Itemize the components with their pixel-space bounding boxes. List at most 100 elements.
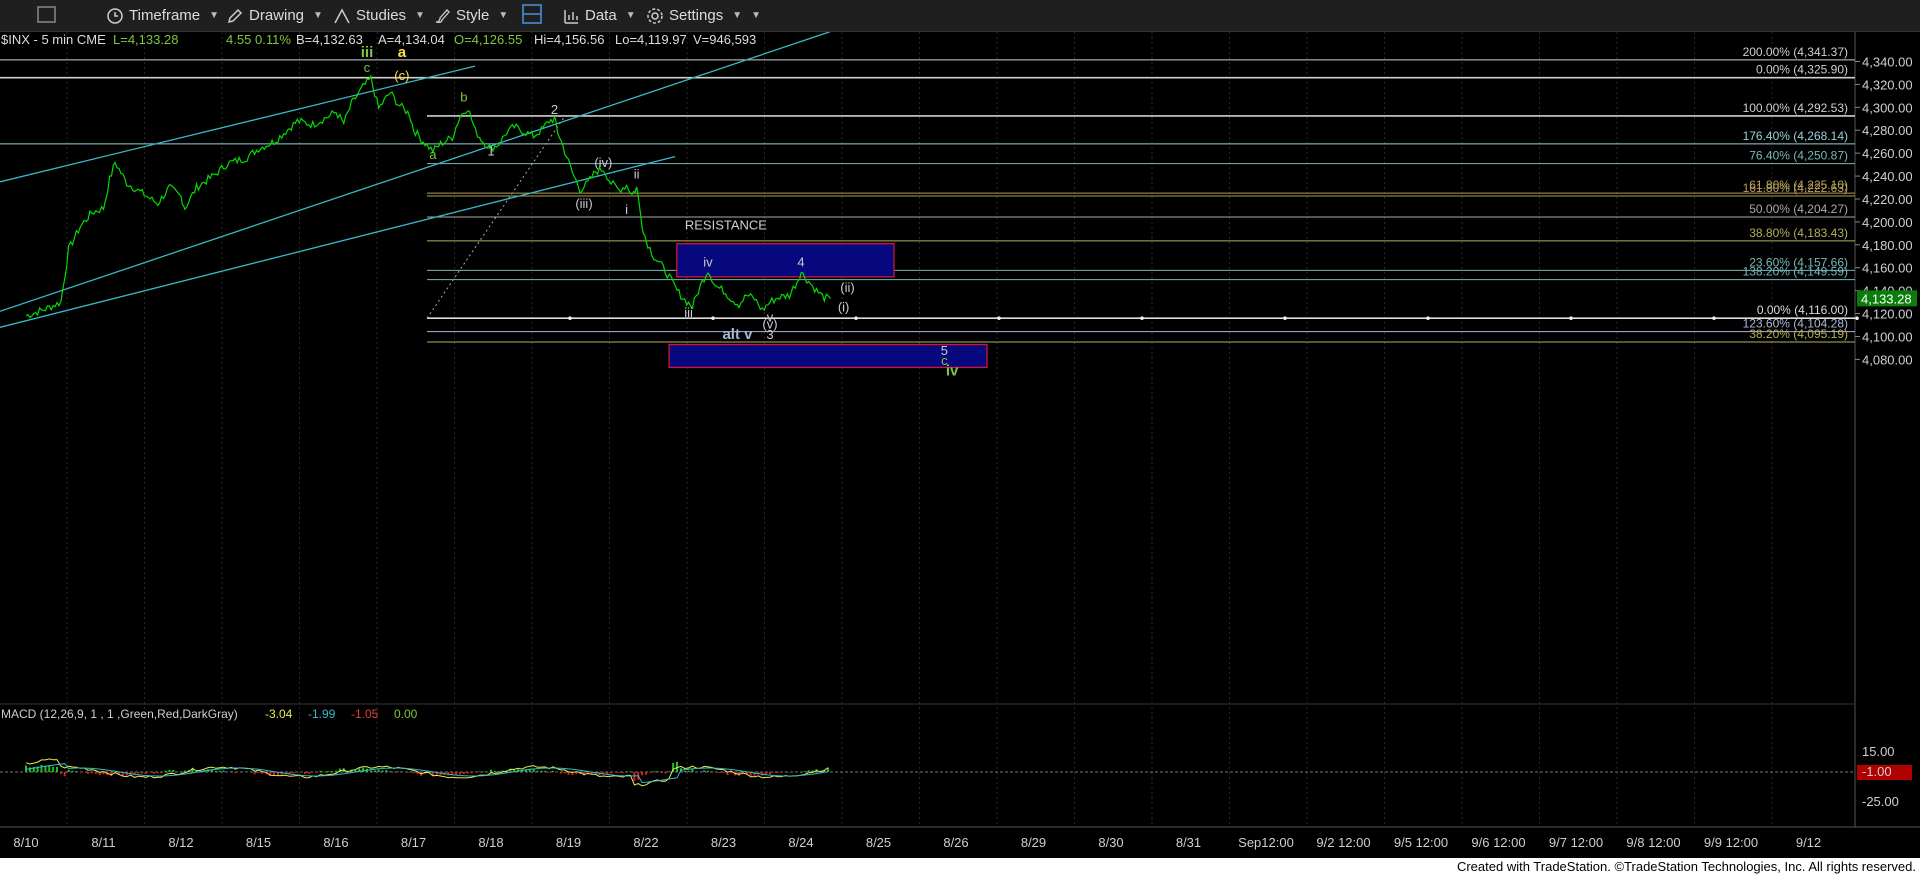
timeframe-menu[interactable]: Timeframe ▼ xyxy=(106,6,219,25)
date-tick-label: 8/10 xyxy=(13,835,38,850)
toolbar: Timeframe ▼ Drawing ▼ Studies ▼ Style ▼ Data… xyxy=(0,0,1920,32)
price-tick-label: 4,280.00 xyxy=(1862,123,1913,138)
date-tick-label: 8/24 xyxy=(788,835,813,850)
quote-field: O=4,126.55 xyxy=(454,32,522,47)
price-tick-label: 4,100.00 xyxy=(1862,329,1913,344)
wave-label: (ii) xyxy=(840,280,854,295)
studies-label: Studies xyxy=(356,7,407,24)
wave-label: 4 xyxy=(797,255,804,270)
quote-field: 4.55 xyxy=(226,32,251,47)
date-tick-label: 8/23 xyxy=(711,835,736,850)
price-tick-label: 4,240.00 xyxy=(1862,169,1913,184)
date-tick-label: 8/12 xyxy=(168,835,193,850)
date-tick-label: 9/12 xyxy=(1796,835,1821,850)
date-tick-label: Sep12:00 xyxy=(1238,835,1294,850)
wave-label: c xyxy=(364,60,371,75)
price-line[interactable] xyxy=(25,74,831,319)
date-tick-label: 8/22 xyxy=(633,835,658,850)
price-tick-label: 4,180.00 xyxy=(1862,238,1913,253)
resistance-label: RESISTANCE xyxy=(685,218,767,233)
settings-menu[interactable]: Settings ▼ ▼ xyxy=(646,6,761,25)
fib-level-label: 38.80% (4,183.43) xyxy=(1749,226,1848,240)
price-tick-label: 4,120.00 xyxy=(1862,307,1913,322)
style-label: Style xyxy=(456,7,490,24)
price-tick-label: 4,320.00 xyxy=(1862,77,1913,92)
window-icon[interactable] xyxy=(36,5,58,24)
fib-anchor-dot xyxy=(1855,316,1859,320)
bar-chart-icon xyxy=(564,9,578,24)
price-tick-label: 4,300.00 xyxy=(1862,100,1913,115)
gear-icon xyxy=(647,7,663,24)
macd-value: -3.04 xyxy=(265,707,293,721)
macd-axis-label: -1.00 xyxy=(1862,764,1892,779)
wave-label: (i) xyxy=(838,299,850,314)
wave-label: 3 xyxy=(766,327,773,342)
fib-level-label: 176.40% (4,268.14) xyxy=(1743,129,1848,143)
macd-value: -1.99 xyxy=(308,707,336,721)
price-tick-label: 4,340.00 xyxy=(1862,55,1913,70)
date-tick-label: 8/25 xyxy=(866,835,891,850)
clock-icon xyxy=(107,7,123,24)
pencil-icon xyxy=(227,8,243,23)
fib-level-label: 0.00% (4,116.00) xyxy=(1757,303,1848,317)
date-tick-label: 8/11 xyxy=(91,835,115,850)
drawing-menu[interactable]: Drawing ▼ xyxy=(226,6,323,25)
price-tick-label: 4,260.00 xyxy=(1862,146,1913,161)
fib-level-label: 38.20% (4,095.19) xyxy=(1749,327,1848,341)
date-tick-label: 8/18 xyxy=(478,835,503,850)
macd-value: 0.00 xyxy=(394,707,418,721)
date-tick-label: 8/17 xyxy=(401,835,426,850)
wave-label: b xyxy=(460,90,467,105)
copyright-text: Created with TradeStation. ©TradeStation… xyxy=(1456,859,1916,874)
price-tick-label: 4,220.00 xyxy=(1862,192,1913,207)
footer: Created with TradeStation. ©TradeStation… xyxy=(0,858,1920,875)
price-tick-label: 4,160.00 xyxy=(1862,261,1913,276)
fib-level-label: 138.20% (4,149.59) xyxy=(1743,265,1848,279)
wave-label: alt v xyxy=(722,326,753,343)
fib-level-label: 0.00% (4,325.90) xyxy=(1756,63,1848,77)
wave-label: ii xyxy=(634,166,640,181)
wave-label: (iv) xyxy=(594,155,612,170)
style-menu[interactable]: Style ▼ xyxy=(433,6,508,25)
macd-value: -1.05 xyxy=(351,707,379,721)
quote-field: B=4,132.63 xyxy=(296,32,363,47)
channel-line[interactable] xyxy=(0,155,676,328)
date-tick-label: 8/31 xyxy=(1176,835,1201,850)
fib-anchor-dot xyxy=(568,316,572,320)
price-chart[interactable]: 200.00% (4,341.37) 0.00% (4,325.90) 100.00… xyxy=(0,32,1920,858)
wave-label: iv xyxy=(703,255,713,270)
wave-label: 2 xyxy=(551,102,558,117)
date-tick-label: 8/19 xyxy=(556,835,581,850)
quote-field: Hi=4,156.56 xyxy=(534,32,604,47)
wave-label: (iii) xyxy=(575,196,592,211)
layout-icon xyxy=(522,3,542,24)
fib-anchor-dot xyxy=(1426,316,1430,320)
fib-level-label: 161.80% (4,222.63) xyxy=(1743,181,1848,195)
quote-field: $INX - 5 min CME xyxy=(1,32,106,47)
fib-level-label: 50.00% (4,204.27) xyxy=(1749,202,1848,216)
date-tick-label: 9/2 12:00 xyxy=(1316,835,1370,850)
date-tick-label: 8/30 xyxy=(1098,835,1123,850)
data-menu[interactable]: Data ▼ xyxy=(562,6,636,25)
wave-label: 1 xyxy=(487,143,494,158)
wave-label: iv xyxy=(946,362,959,379)
fib-anchor-dot xyxy=(1283,316,1287,320)
date-tick-label: 8/16 xyxy=(323,835,348,850)
studies-menu[interactable]: Studies ▼ xyxy=(333,6,425,25)
date-tick-label: 9/6 12:00 xyxy=(1471,835,1525,850)
date-tick-label: 9/9 12:00 xyxy=(1704,835,1758,850)
macd-axis-label: 15.00 xyxy=(1862,744,1895,759)
fib-anchor-dot xyxy=(997,316,1001,320)
quote-field: Lo=4,119.97 xyxy=(615,32,687,47)
settings-label: Settings xyxy=(669,7,724,24)
fib-level-label: 100.00% (4,292.53) xyxy=(1743,101,1848,115)
date-tick-label: 8/15 xyxy=(246,835,271,850)
support-box[interactable] xyxy=(668,343,988,369)
date-tick-label: 9/8 12:00 xyxy=(1626,835,1680,850)
fib-anchor-dot xyxy=(1140,316,1144,320)
channel-line[interactable] xyxy=(0,65,476,183)
quote-field: L=4,133.28 xyxy=(113,32,178,47)
wave-label: iii xyxy=(684,305,693,320)
layout-button[interactable] xyxy=(521,3,543,24)
timeframe-label: Timeframe xyxy=(129,7,201,24)
